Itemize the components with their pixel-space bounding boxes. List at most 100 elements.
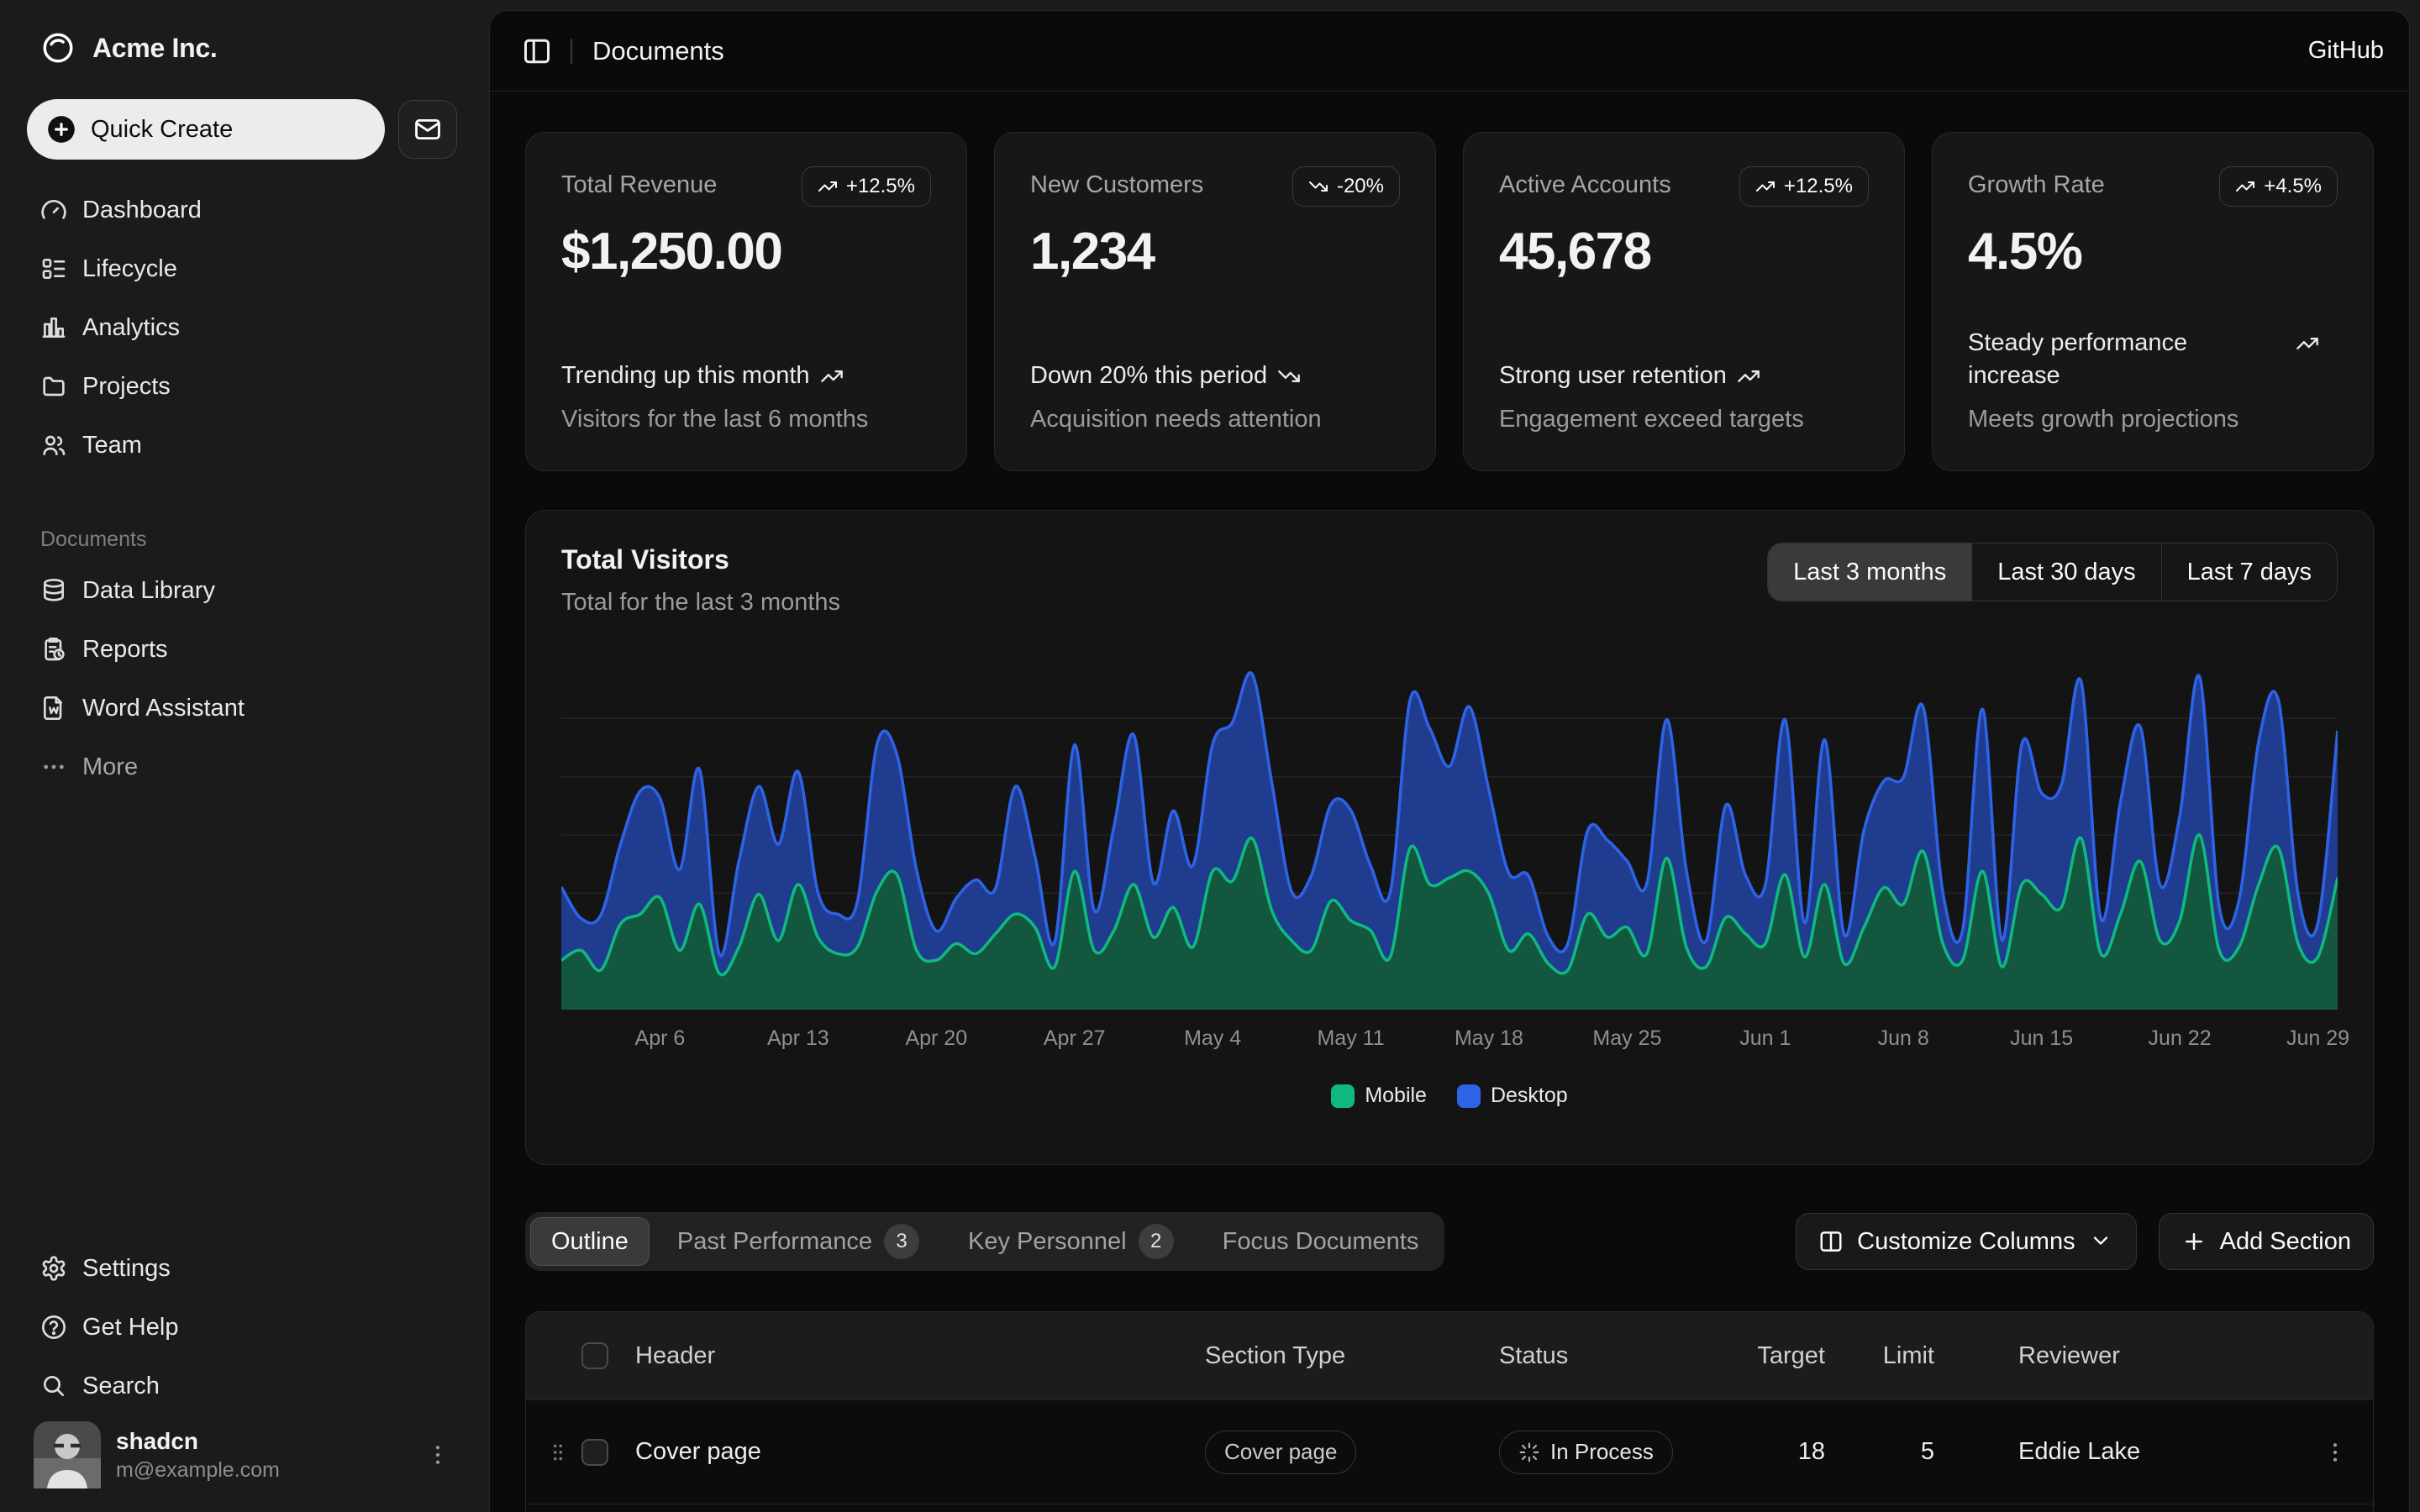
mail-icon bbox=[413, 115, 442, 144]
stat-foot-desc: Visitors for the last 6 months bbox=[561, 406, 931, 433]
legend-label: Mobile bbox=[1365, 1084, 1427, 1108]
tab-count-badge: 3 bbox=[884, 1224, 919, 1259]
add-section-label: Add Section bbox=[2220, 1228, 2351, 1256]
x-tick: Jun 8 bbox=[1878, 1026, 1929, 1051]
sidebar-item-settings[interactable]: Settings bbox=[27, 1242, 457, 1295]
sidebar-item-label: Team bbox=[82, 432, 142, 459]
x-tick: May 25 bbox=[1592, 1026, 1661, 1051]
customize-columns-button[interactable]: Customize Columns bbox=[1796, 1213, 2136, 1270]
sidebar-item-team[interactable]: Team bbox=[27, 418, 457, 472]
more-vertical-icon[interactable] bbox=[425, 1442, 450, 1467]
loader-icon bbox=[1518, 1441, 1540, 1463]
drag-handle-icon[interactable] bbox=[534, 1441, 581, 1463]
tab-label: Key Personnel bbox=[968, 1228, 1127, 1256]
sidebar-item-data-library[interactable]: Data Library bbox=[27, 564, 457, 617]
sidebar-item-label: Word Assistant bbox=[82, 695, 245, 722]
sidebar-item-projects[interactable]: Projects bbox=[27, 360, 457, 413]
list-toolbar: Outline Past Performance 3 Key Personnel… bbox=[525, 1212, 2374, 1271]
topbar: Documents GitHub bbox=[490, 11, 2409, 92]
trending-up-icon bbox=[1737, 365, 1760, 388]
stat-foot-desc: Engagement exceed targets bbox=[1499, 406, 1869, 433]
col-status: Status bbox=[1499, 1342, 1751, 1370]
sidebar-item-search[interactable]: Search bbox=[27, 1359, 457, 1413]
sidebar-item-analytics[interactable]: Analytics bbox=[27, 301, 457, 354]
table-row[interactable]: Table of contents Table of contents Done… bbox=[526, 1504, 2373, 1512]
area-chart[interactable] bbox=[561, 660, 2338, 1010]
trending-up-icon bbox=[2235, 176, 2255, 197]
inbox-button[interactable] bbox=[398, 100, 457, 159]
range-last-30-days[interactable]: Last 30 days bbox=[1971, 543, 2160, 601]
user-avatar bbox=[34, 1421, 101, 1488]
trend-badge: +12.5% bbox=[802, 166, 931, 207]
sidebar-item-more[interactable]: More bbox=[27, 740, 457, 794]
stat-label: Growth Rate bbox=[1968, 166, 2105, 199]
github-link[interactable]: GitHub bbox=[2308, 37, 2384, 65]
trending-up-icon bbox=[2296, 332, 2319, 355]
sidebar-item-get-help[interactable]: Get Help bbox=[27, 1300, 457, 1354]
sidebar-item-lifecycle[interactable]: Lifecycle bbox=[27, 242, 457, 296]
stat-foot-desc: Meets growth projections bbox=[1968, 406, 2338, 433]
stat-value: 1,234 bbox=[1030, 222, 1400, 281]
range-last-3-months[interactable]: Last 3 months bbox=[1768, 543, 1971, 601]
trending-up-icon bbox=[818, 176, 838, 197]
trend-badge: +12.5% bbox=[1739, 166, 1869, 207]
x-tick: May 11 bbox=[1317, 1026, 1384, 1051]
quick-create-label: Quick Create bbox=[91, 116, 233, 144]
org-switcher[interactable]: Acme Inc. bbox=[27, 22, 457, 74]
sidebar-footer-nav: Settings Get Help Search bbox=[27, 1242, 457, 1413]
tab-key-personnel[interactable]: Key Personnel 2 bbox=[947, 1217, 1195, 1266]
cell-limit[interactable]: 5 bbox=[1844, 1438, 1953, 1466]
cell-reviewer[interactable]: Eddie Lake bbox=[1953, 1438, 2306, 1466]
row-checkbox[interactable] bbox=[581, 1439, 608, 1466]
org-name: Acme Inc. bbox=[92, 33, 217, 64]
columns-icon bbox=[1818, 1229, 1844, 1254]
stat-card-total-revenue: Total Revenue +12.5% $1,250.00 Trending … bbox=[525, 132, 967, 471]
status-badge: In Process bbox=[1499, 1431, 1673, 1474]
visitors-chart-card: Total Visitors Total for the last 3 mont… bbox=[525, 510, 2374, 1165]
trend-badge: +4.5% bbox=[2219, 166, 2338, 207]
tab-past-performance[interactable]: Past Performance 3 bbox=[656, 1217, 940, 1266]
stat-foot-title: Strong user retention bbox=[1499, 360, 1727, 392]
range-toggle-group: Last 3 months Last 30 days Last 7 days bbox=[1767, 543, 2338, 601]
main-panel: Documents GitHub Total Revenue +12.5% $1… bbox=[489, 10, 2410, 1512]
x-tick: Apr 20 bbox=[905, 1026, 967, 1051]
tab-label: Outline bbox=[551, 1228, 629, 1256]
stat-label: New Customers bbox=[1030, 166, 1203, 199]
x-tick: Jun 29 bbox=[2286, 1026, 2349, 1051]
stat-foot-title: Trending up this month bbox=[561, 360, 810, 392]
clipboard-report-icon bbox=[40, 636, 67, 663]
stat-foot-title: Steady performance increase bbox=[1968, 327, 2286, 392]
sidebar-item-reports[interactable]: Reports bbox=[27, 622, 457, 676]
range-last-7-days[interactable]: Last 7 days bbox=[2161, 543, 2337, 601]
quick-create-button[interactable]: Quick Create bbox=[27, 99, 385, 160]
sidebar-item-label: Search bbox=[82, 1373, 160, 1400]
row-menu-button[interactable] bbox=[2306, 1440, 2365, 1465]
sidebar-item-word-assistant[interactable]: Word Assistant bbox=[27, 681, 457, 735]
tab-count-badge: 2 bbox=[1139, 1224, 1174, 1259]
add-section-button[interactable]: Add Section bbox=[2159, 1213, 2374, 1270]
col-section-type: Section Type bbox=[1205, 1342, 1499, 1370]
users-icon bbox=[40, 432, 67, 459]
sidebar-item-label: Reports bbox=[82, 636, 168, 664]
ellipsis-icon bbox=[40, 753, 67, 780]
tab-label: Focus Documents bbox=[1223, 1228, 1419, 1256]
help-circle-icon bbox=[40, 1314, 67, 1341]
x-tick: Apr 6 bbox=[635, 1026, 686, 1051]
stat-card-growth-rate: Growth Rate +4.5% 4.5% Steady performanc… bbox=[1932, 132, 2374, 471]
sidebar-item-dashboard[interactable]: Dashboard bbox=[27, 183, 457, 237]
trending-up-icon bbox=[1755, 176, 1776, 197]
x-tick: Apr 27 bbox=[1044, 1026, 1106, 1051]
x-tick: May 4 bbox=[1184, 1026, 1241, 1051]
tab-outline[interactable]: Outline bbox=[530, 1217, 650, 1266]
user-menu[interactable]: shadcn m@example.com bbox=[27, 1413, 457, 1488]
tab-focus-documents[interactable]: Focus Documents bbox=[1202, 1217, 1440, 1266]
x-tick: Jun 1 bbox=[1739, 1026, 1791, 1051]
cell-target[interactable]: 18 bbox=[1751, 1438, 1844, 1466]
table-row[interactable]: Cover page Cover page In Process 18 5 Ed… bbox=[526, 1399, 2373, 1504]
divider bbox=[571, 39, 572, 64]
select-all-checkbox[interactable] bbox=[581, 1342, 608, 1369]
trending-down-icon bbox=[1277, 365, 1301, 388]
sidebar-toggle-button[interactable] bbox=[515, 29, 559, 73]
cell-header[interactable]: Cover page bbox=[635, 1438, 1205, 1466]
bar-chart-icon bbox=[40, 314, 67, 341]
